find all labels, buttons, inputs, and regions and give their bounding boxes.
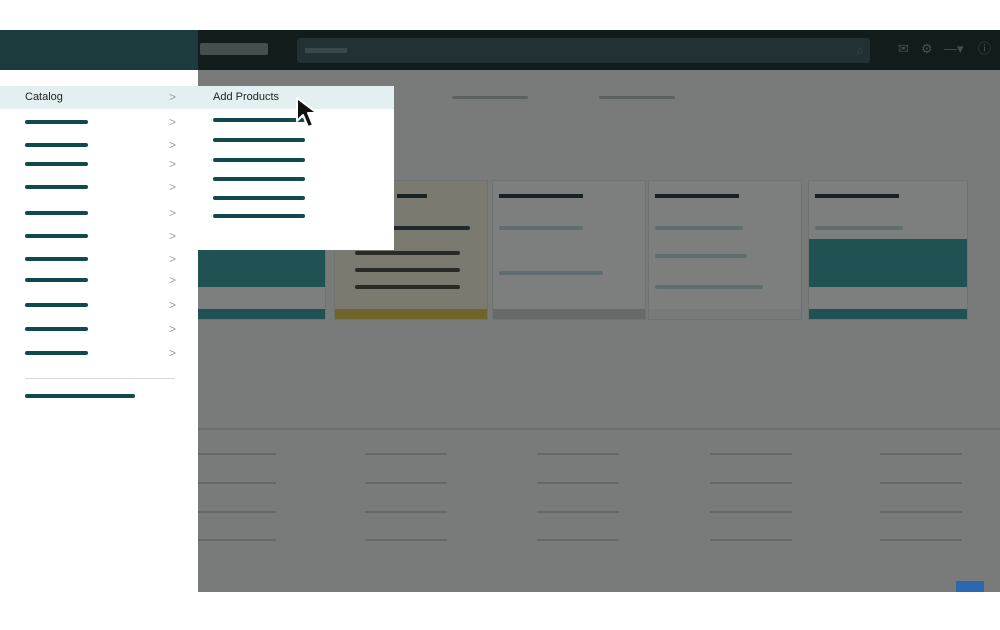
chevron-right-icon: > — [169, 115, 177, 129]
mouse-pointer-icon — [296, 97, 318, 128]
chevron-right-icon: > — [169, 273, 177, 287]
nav-item[interactable]: > — [0, 295, 198, 315]
nav-drawer: Catalog > > > > > > > > > > > > — [0, 30, 198, 592]
nav-footer-link[interactable] — [25, 394, 135, 398]
nav-item[interactable]: > — [0, 154, 198, 174]
nav-item-label — [25, 278, 88, 282]
nav-item-label — [25, 234, 88, 238]
submenu-item-label — [213, 177, 305, 181]
chevron-right-icon: > — [169, 346, 177, 360]
nav-item[interactable]: > — [0, 319, 198, 339]
submenu-item[interactable] — [198, 151, 394, 169]
submenu-item[interactable] — [198, 131, 394, 149]
nav-item-label: Catalog — [25, 91, 63, 103]
submenu-item-label: Add Products — [213, 91, 280, 103]
submenu-item-label — [213, 158, 305, 162]
nav-item-catalog[interactable]: Catalog > — [0, 86, 198, 109]
chevron-right-icon: > — [169, 206, 177, 220]
chevron-right-icon: > — [169, 90, 177, 104]
chevron-right-icon: > — [169, 252, 177, 266]
chevron-right-icon: > — [169, 180, 177, 194]
chevron-right-icon: > — [169, 229, 177, 243]
nav-item-label — [25, 257, 88, 261]
help-button[interactable] — [956, 581, 984, 592]
nav-item-label — [25, 162, 88, 166]
drawer-header — [0, 30, 198, 70]
nav-item[interactable]: > — [0, 270, 198, 290]
nav-item-label — [25, 143, 88, 147]
nav-divider — [25, 378, 175, 379]
nav-item-label — [25, 211, 88, 215]
nav-item[interactable]: > — [0, 226, 198, 246]
nav-item[interactable]: > — [0, 203, 198, 223]
submenu-item[interactable] — [198, 189, 394, 207]
nav-item-label — [25, 327, 88, 331]
submenu-item-label — [213, 118, 305, 122]
chevron-right-icon: > — [169, 138, 177, 152]
nav-item[interactable]: > — [0, 249, 198, 269]
nav-item-label — [25, 120, 88, 124]
submenu-item-label — [213, 138, 305, 142]
chevron-right-icon: > — [169, 157, 177, 171]
chevron-right-icon: > — [169, 322, 177, 336]
chevron-right-icon: > — [169, 298, 177, 312]
submenu-item-label — [213, 214, 305, 218]
submenu-item[interactable] — [198, 207, 394, 225]
app-window: ⌕ ✉ ⚙ —▾ ⓘ — [0, 30, 1000, 592]
nav-item-label — [25, 303, 88, 307]
submenu-item-label — [213, 196, 305, 200]
submenu-item[interactable] — [198, 170, 394, 188]
nav-item-label — [25, 351, 88, 355]
nav-item[interactable]: > — [0, 135, 198, 155]
nav-item[interactable]: > — [0, 112, 198, 132]
nav-item[interactable]: > — [0, 343, 198, 363]
nav-item-label — [25, 185, 88, 189]
nav-item[interactable]: > — [0, 177, 198, 197]
